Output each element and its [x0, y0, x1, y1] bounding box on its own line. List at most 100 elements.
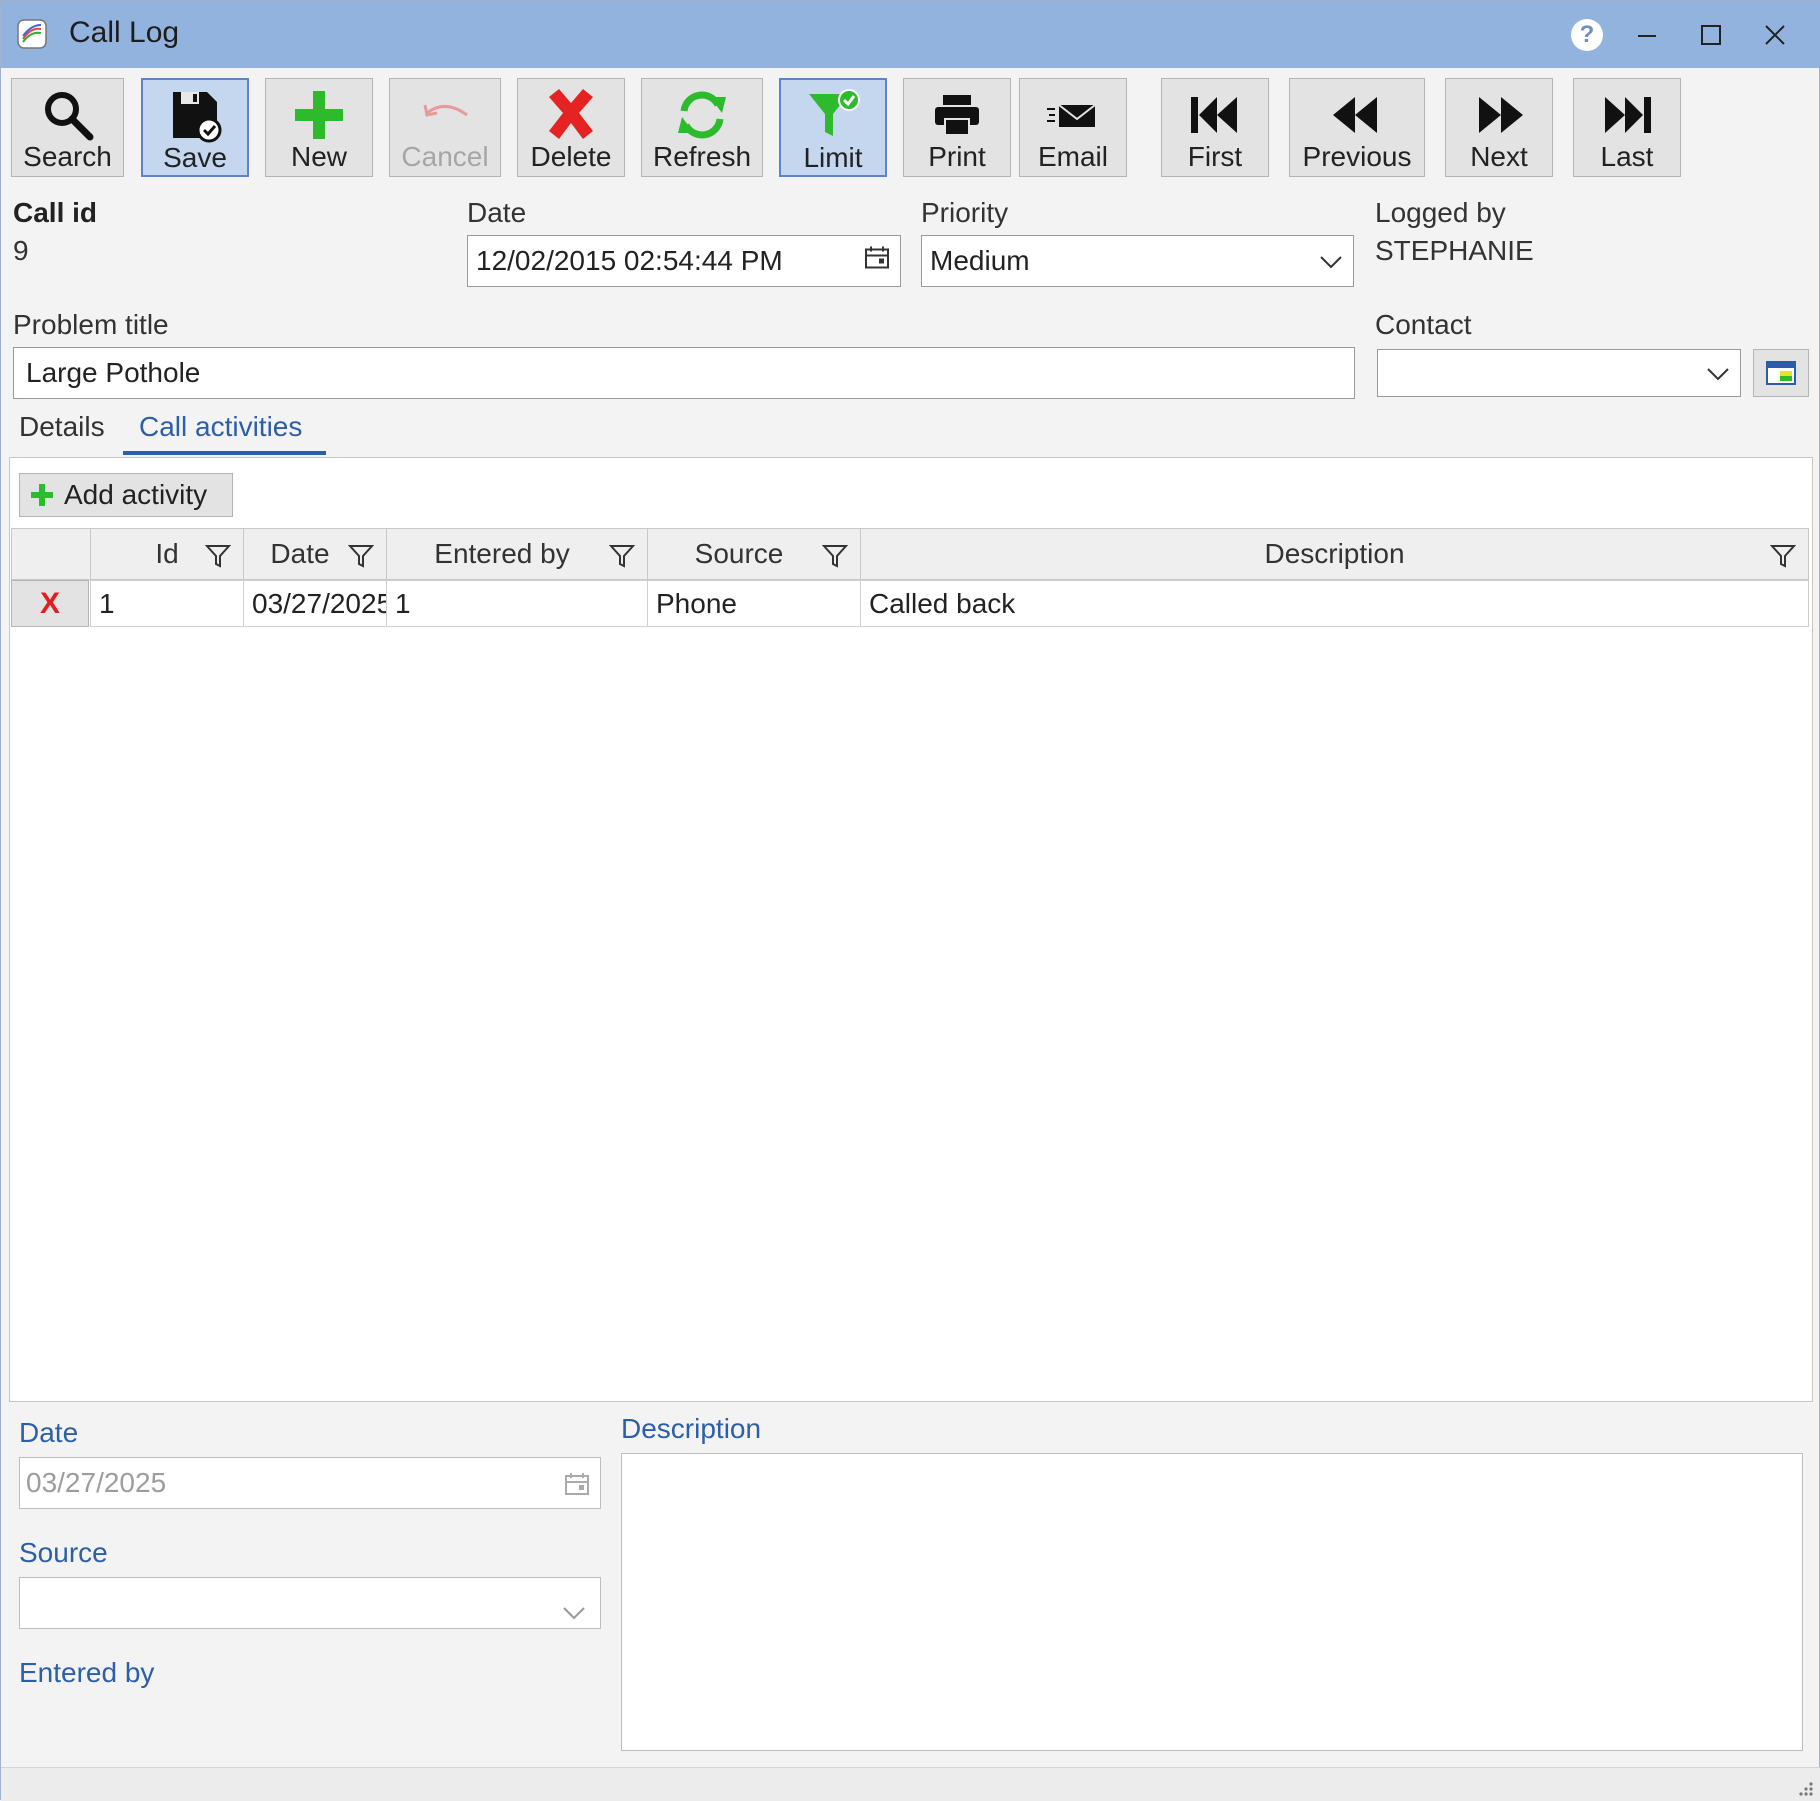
logged-by-value: STEPHANIE: [1375, 235, 1534, 266]
detail-date-label: Date: [19, 1417, 79, 1448]
table-cell-date[interactable]: 03/27/2025: [243, 580, 387, 627]
last-icon: [1605, 97, 1651, 133]
row-delete-button[interactable]: X: [11, 580, 89, 627]
contact-dropdown-button[interactable]: [1706, 357, 1730, 389]
detail-date-value: 03/27/2025: [26, 1467, 167, 1498]
minimize-button[interactable]: [1625, 13, 1669, 57]
detail-source-label: Source: [19, 1537, 108, 1568]
grid-header-id[interactable]: Id: [90, 528, 244, 580]
refresh-button-label: Refresh: [652, 141, 752, 172]
problem-title-input[interactable]: Large Pothole: [13, 347, 1355, 399]
table-cell-id[interactable]: 1: [90, 580, 244, 627]
save-button[interactable]: Save: [141, 78, 249, 177]
table-cell-source[interactable]: Phone: [647, 580, 861, 627]
maximize-button[interactable]: [1689, 13, 1733, 57]
first-icon: [1191, 97, 1237, 133]
grid-header-source-label: Source: [694, 538, 784, 569]
refresh-icon: [678, 91, 726, 139]
priority-label: Priority: [921, 197, 1009, 228]
cancel-button[interactable]: Cancel: [389, 78, 501, 177]
cancel-button-label: Cancel: [401, 141, 489, 172]
priority-select[interactable]: Medium: [921, 235, 1354, 287]
tab-details[interactable]: Details: [19, 411, 105, 443]
problem-title-value: Large Pothole: [26, 357, 201, 388]
plus-icon: [295, 91, 343, 139]
save-icon: [173, 92, 222, 143]
search-icon: [44, 92, 93, 141]
window-title: Call Log: [69, 16, 180, 49]
previous-icon: [1333, 97, 1377, 133]
add-activity-button[interactable]: Add activity: [19, 473, 233, 517]
detail-description-textarea[interactable]: [621, 1453, 1803, 1751]
limit-button[interactable]: Limit: [779, 78, 887, 177]
refresh-button[interactable]: Refresh: [641, 78, 763, 177]
grid-header-source[interactable]: Source: [647, 528, 861, 580]
contact-select[interactable]: [1377, 349, 1741, 397]
last-button[interactable]: Last: [1573, 78, 1681, 177]
detail-description-label: Description: [621, 1413, 762, 1444]
detail-date-field[interactable]: 03/27/2025: [19, 1457, 601, 1509]
priority-dropdown-button[interactable]: [1319, 245, 1343, 277]
grid-header-entered-by[interactable]: Entered by: [386, 528, 648, 580]
chevron-down-icon: [563, 1607, 585, 1620]
close-button[interactable]: [1753, 13, 1797, 57]
contact-lookup-button[interactable]: [1753, 349, 1809, 397]
calendar-icon: [865, 246, 889, 269]
next-button-label: Next: [1470, 141, 1528, 172]
form-lookup-icon: [1766, 361, 1796, 385]
grid-header-date-label: Date: [270, 538, 330, 569]
delete-button-label: Delete: [530, 141, 612, 172]
previous-button-label: Previous: [1302, 141, 1412, 172]
filter-icon[interactable]: [1769, 543, 1797, 576]
save-button-label: Save: [163, 142, 227, 173]
maximize-icon: [1701, 25, 1721, 45]
table-cell-description[interactable]: Called back: [860, 580, 1809, 627]
next-button[interactable]: Next: [1445, 78, 1553, 177]
logged-by-label: Logged by: [1375, 197, 1506, 228]
plus-icon: [31, 484, 53, 506]
chevron-down-icon: [1707, 368, 1729, 381]
active-tab-indicator: [123, 451, 326, 455]
new-button-label: New: [290, 141, 347, 172]
priority-select-value: Medium: [930, 245, 1030, 276]
email-button[interactable]: Email: [1019, 78, 1127, 177]
delete-button[interactable]: Delete: [517, 78, 625, 177]
new-button[interactable]: New: [265, 78, 373, 177]
detail-source-select[interactable]: [19, 1577, 601, 1629]
table-cell-entered-by[interactable]: 1: [386, 580, 648, 627]
last-button-label: Last: [1600, 141, 1654, 172]
problem-title-label: Problem title: [13, 309, 169, 340]
previous-button[interactable]: Previous: [1289, 78, 1425, 177]
grid-header-selector: [11, 528, 91, 580]
call-id-label: Call id: [13, 197, 98, 228]
filter-icon[interactable]: [608, 543, 636, 576]
first-button[interactable]: First: [1161, 78, 1269, 177]
help-icon: ?: [1571, 19, 1603, 51]
grid-header-description-label: Description: [1264, 538, 1405, 569]
tab-call-activities[interactable]: Call activities: [139, 411, 302, 443]
close-icon: [1765, 25, 1785, 45]
print-button[interactable]: Print: [903, 78, 1011, 177]
undo-icon: [423, 104, 468, 117]
detail-calendar-button[interactable]: [564, 1471, 590, 1504]
chevron-down-icon: [1320, 256, 1342, 269]
resize-grip-icon[interactable]: [1795, 1778, 1815, 1798]
add-activity-label: Add activity: [64, 479, 208, 510]
grid-header-description[interactable]: Description: [860, 528, 1809, 580]
detail-source-dropdown-button[interactable]: [562, 1596, 586, 1628]
filter-icon[interactable]: [347, 543, 375, 576]
date-label: Date: [467, 197, 527, 228]
status-bar: [1, 1767, 1820, 1801]
detail-entered-by-label: Entered by: [19, 1657, 155, 1688]
app-icon: [17, 19, 47, 49]
search-button[interactable]: Search: [11, 78, 124, 177]
title-bar[interactable]: Call Log ?: [1, 1, 1820, 68]
call-id-value: 9: [13, 235, 29, 266]
grid-header-date[interactable]: Date: [243, 528, 387, 580]
call-log-window: Call Log ? Search Save New Cancel Delete: [0, 0, 1820, 1801]
date-field[interactable]: 12/02/2015 02:54:44 PM: [467, 235, 901, 287]
calendar-button[interactable]: [864, 245, 890, 278]
filter-icon[interactable]: [204, 543, 232, 576]
help-button[interactable]: ?: [1565, 13, 1609, 57]
filter-icon[interactable]: [821, 543, 849, 576]
